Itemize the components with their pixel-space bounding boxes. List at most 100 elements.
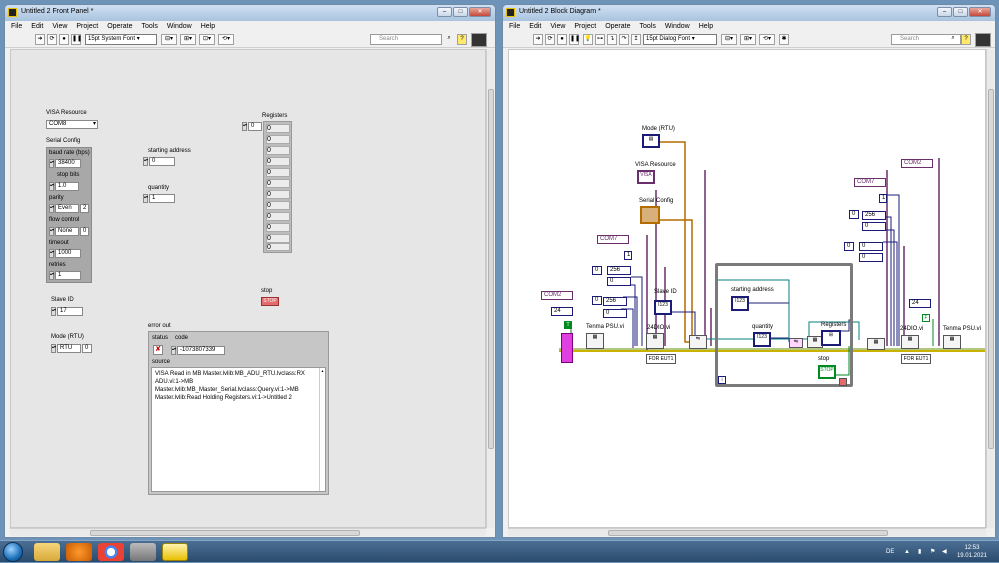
mode-ring[interactable]: RTU: [57, 344, 81, 353]
registers-terminal[interactable]: ⊞: [821, 330, 841, 346]
loop-condition-terminal[interactable]: [839, 378, 847, 386]
modbus-serial-instance-subvi[interactable]: ⇋: [689, 335, 707, 349]
help-icon[interactable]: ?: [961, 34, 971, 45]
abort-icon[interactable]: ●: [59, 34, 69, 45]
search-icon[interactable]: ⌕: [445, 34, 453, 45]
code-field[interactable]: -1073807339: [177, 346, 225, 355]
menu-tools[interactable]: Tools: [141, 21, 157, 32]
menu-window[interactable]: Window: [665, 21, 690, 32]
com2-constant-right[interactable]: COM2: [901, 159, 933, 168]
chrome-icon[interactable]: [98, 543, 124, 561]
menu-file[interactable]: File: [509, 21, 520, 32]
block-diagram-titlebar[interactable]: Untitled 2 Block Diagram * – □ ✕: [503, 5, 995, 21]
parity-ring[interactable]: Even: [55, 204, 79, 213]
true-constant[interactable]: T: [564, 321, 572, 329]
com7-constant-right[interactable]: COM7: [854, 178, 886, 187]
menu-edit[interactable]: Edit: [31, 21, 43, 32]
menu-window[interactable]: Window: [167, 21, 192, 32]
const-0-right[interactable]: 0: [849, 210, 859, 219]
block-diagram-canvas[interactable]: Mode (RTU) ▤ VISA Resource VISA Serial C…: [508, 49, 986, 528]
stop-bits-increment[interactable]: ▴▾: [49, 182, 54, 191]
const-0-right-d[interactable]: 0: [859, 242, 883, 251]
tray-arrow-icon[interactable]: ▲: [904, 541, 910, 563]
timeout-increment[interactable]: ▴▾: [49, 249, 54, 258]
const-0-right-e[interactable]: 0: [859, 253, 883, 262]
close-button[interactable]: ✕: [969, 7, 991, 17]
tenma-psu-left-subvi[interactable]: ▦: [586, 333, 604, 349]
step-out-icon[interactable]: ↥: [631, 34, 641, 45]
baud-rate-increment[interactable]: ▴▾: [49, 159, 54, 168]
language-indicator[interactable]: DE: [886, 541, 894, 563]
quantity-field[interactable]: 1: [149, 194, 175, 203]
code-increment[interactable]: ▴▾: [171, 346, 176, 355]
starting-address-increment[interactable]: ▴▾: [143, 157, 148, 166]
help-icon[interactable]: ?: [457, 34, 467, 45]
font-selector[interactable]: 15pt System Font ▾: [85, 34, 157, 45]
visa-resource-control[interactable]: COM8 ▾: [46, 120, 98, 129]
source-text[interactable]: VISA Read in MB Master.lvlib:MB_ADU_RTU.…: [151, 367, 326, 492]
file-explorer-icon[interactable]: [34, 543, 60, 561]
distribute-icon[interactable]: ⊞▾: [740, 34, 756, 45]
flow-control-increment[interactable]: ▴▾: [49, 227, 54, 236]
com2-constant[interactable]: COM2: [541, 291, 573, 300]
pause-icon[interactable]: ❚❚: [569, 34, 580, 45]
source-scrollbar[interactable]: ▴: [319, 368, 325, 491]
front-panel-titlebar[interactable]: Untitled 2 Front Panel * – □ ✕: [5, 5, 495, 21]
mode-rtu-terminal[interactable]: ▤: [642, 134, 660, 148]
slave-id-increment[interactable]: ▴▾: [51, 307, 56, 316]
const-0-right-c[interactable]: 0: [844, 242, 854, 251]
close-subvi[interactable]: ▦: [867, 338, 885, 350]
menu-file[interactable]: File: [11, 21, 22, 32]
24dio-right-subvi[interactable]: ▦: [901, 335, 919, 349]
read-holding-registers-subvi[interactable]: ⇋: [789, 338, 803, 348]
search-icon[interactable]: ⌕: [949, 34, 957, 45]
const-256b[interactable]: 256: [603, 297, 627, 306]
const-1-right[interactable]: 1: [879, 194, 887, 203]
visa-resource-terminal[interactable]: VISA: [637, 170, 655, 184]
baud-rate-field[interactable]: 38400: [55, 159, 81, 168]
starting-address-terminal[interactable]: I123: [731, 296, 749, 311]
com7-constant[interactable]: COM7: [597, 235, 629, 244]
starting-address-field[interactable]: 0: [149, 157, 175, 166]
resize-icon[interactable]: ⊡▾: [199, 34, 215, 45]
font-selector[interactable]: 15pt Dialog Font ▾: [643, 34, 717, 45]
quantity-increment[interactable]: ▴▾: [143, 194, 148, 203]
retries-field[interactable]: 1: [55, 271, 81, 280]
flag-icon[interactable]: ⚑: [930, 541, 935, 563]
abort-icon[interactable]: ●: [557, 34, 567, 45]
reorder-icon[interactable]: ⟲▾: [218, 34, 234, 45]
registers-index-increment[interactable]: ▴▾: [242, 122, 247, 131]
front-panel-hscroll[interactable]: [10, 528, 486, 536]
menu-operate[interactable]: Operate: [605, 21, 630, 32]
const-0-right-b[interactable]: 0: [862, 222, 886, 231]
stop-bits-field[interactable]: 1.0: [55, 182, 79, 191]
distribute-icon[interactable]: ⊞▾: [180, 34, 196, 45]
reorder-icon[interactable]: ⟲▾: [759, 34, 775, 45]
menu-project[interactable]: Project: [76, 21, 98, 32]
const-0d[interactable]: 0: [603, 309, 627, 318]
error-cluster-constant[interactable]: [561, 333, 573, 363]
clean-up-diagram-icon[interactable]: ✱: [779, 34, 789, 45]
timeout-field[interactable]: 1000: [55, 249, 81, 258]
step-over-icon[interactable]: ↷: [619, 34, 629, 45]
front-panel-vscroll[interactable]: [486, 49, 494, 528]
for-eut1-right[interactable]: FOR EUT1: [901, 354, 931, 364]
menu-operate[interactable]: Operate: [107, 21, 132, 32]
run-arrow-icon[interactable]: ➜: [533, 34, 543, 45]
const-256a[interactable]: 256: [607, 266, 631, 275]
step-into-icon[interactable]: ↴: [607, 34, 617, 45]
const-0c[interactable]: 0: [592, 296, 602, 305]
stop-terminal[interactable]: STOP: [818, 365, 836, 379]
retain-wire-values-icon[interactable]: ⊶: [595, 34, 605, 45]
const-0[interactable]: 0: [592, 266, 602, 275]
system-clock[interactable]: 12:53 19.01.2021: [957, 544, 987, 560]
slave-id-terminal[interactable]: I123: [654, 300, 672, 315]
menu-help[interactable]: Help: [201, 21, 215, 32]
retries-increment[interactable]: ▴▾: [49, 271, 54, 280]
const-256-right[interactable]: 256: [862, 211, 886, 220]
menu-project[interactable]: Project: [574, 21, 596, 32]
align-icon[interactable]: ⊟▾: [161, 34, 177, 45]
tenma-psu-right-subvi[interactable]: ▦: [943, 335, 961, 349]
pause-icon[interactable]: ❚❚: [71, 34, 82, 45]
menu-view[interactable]: View: [550, 21, 565, 32]
